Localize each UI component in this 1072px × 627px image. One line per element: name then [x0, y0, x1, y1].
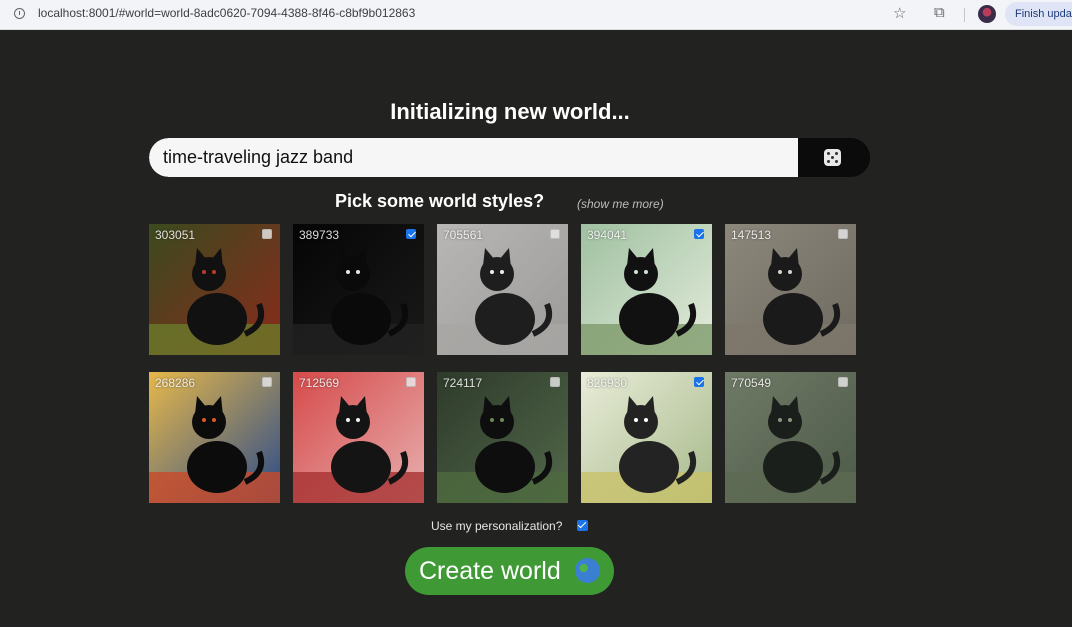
style-id: 705561 [443, 228, 484, 242]
style-tile[interactable]: 394041 [581, 224, 712, 355]
style-tile[interactable]: 724117 [437, 372, 568, 503]
extensions-icon[interactable]: ⧉ [934, 4, 945, 21]
browser-toolbar: localhost:8001/#world=world-8adc0620-709… [0, 0, 1072, 30]
style-id: 394041 [587, 228, 628, 242]
site-info-icon[interactable] [14, 8, 25, 19]
style-checkbox[interactable] [406, 229, 416, 239]
style-checkbox[interactable] [406, 377, 416, 387]
randomize-button[interactable] [798, 138, 870, 177]
style-id: 268286 [155, 376, 196, 390]
style-id: 389733 [299, 228, 340, 242]
personalization-label: Use my personalization? [431, 519, 563, 533]
dice-icon [824, 149, 841, 166]
style-thumbnail [581, 224, 712, 355]
style-id: 147513 [731, 228, 772, 242]
style-tile[interactable]: 826930 [581, 372, 712, 503]
style-tile[interactable]: 770549 [725, 372, 856, 503]
style-checkbox[interactable] [550, 229, 560, 239]
style-checkbox[interactable] [694, 377, 704, 387]
style-thumbnail [437, 224, 568, 355]
globe-icon [575, 558, 600, 583]
styles-heading: Pick some world styles? [335, 191, 545, 211]
toolbar-divider [964, 8, 965, 22]
style-checkbox[interactable] [262, 229, 272, 239]
style-id: 303051 [155, 228, 196, 242]
prompt-bar [149, 138, 870, 177]
style-thumbnail [725, 372, 856, 503]
style-thumbnail [293, 372, 424, 503]
show-more-link[interactable]: (show me more) [577, 197, 664, 211]
world-prompt-input[interactable] [149, 138, 798, 177]
profile-avatar[interactable] [978, 5, 996, 23]
style-tile[interactable]: 268286 [149, 372, 280, 503]
style-id: 826930 [587, 376, 628, 390]
style-tile[interactable]: 705561 [437, 224, 568, 355]
address-bar[interactable]: localhost:8001/#world=world-8adc0620-709… [38, 6, 415, 20]
personalization-checkbox[interactable] [577, 520, 588, 531]
style-checkbox[interactable] [694, 229, 704, 239]
style-checkbox[interactable] [838, 229, 848, 239]
style-tile[interactable]: 147513 [725, 224, 856, 355]
style-tile[interactable]: 303051 [149, 224, 280, 355]
style-thumbnail [293, 224, 424, 355]
style-id: 712569 [299, 376, 340, 390]
page-title: Initializing new world... [390, 99, 630, 124]
style-checkbox[interactable] [550, 377, 560, 387]
style-id: 724117 [443, 376, 483, 390]
finish-update-button[interactable]: Finish upda [1005, 2, 1072, 26]
style-checkbox[interactable] [262, 377, 272, 387]
style-thumbnail [149, 372, 280, 503]
style-thumbnail [437, 372, 568, 503]
style-checkbox[interactable] [838, 377, 848, 387]
create-world-label: Create world [419, 556, 561, 585]
style-thumbnail [581, 372, 712, 503]
style-tile[interactable]: 389733 [293, 224, 424, 355]
bookmark-star-icon[interactable]: ☆ [893, 4, 906, 22]
style-tile[interactable]: 712569 [293, 372, 424, 503]
style-thumbnail [725, 224, 856, 355]
create-world-button[interactable]: Create world [405, 547, 614, 595]
style-id: 770549 [731, 376, 772, 390]
style-thumbnail [149, 224, 280, 355]
